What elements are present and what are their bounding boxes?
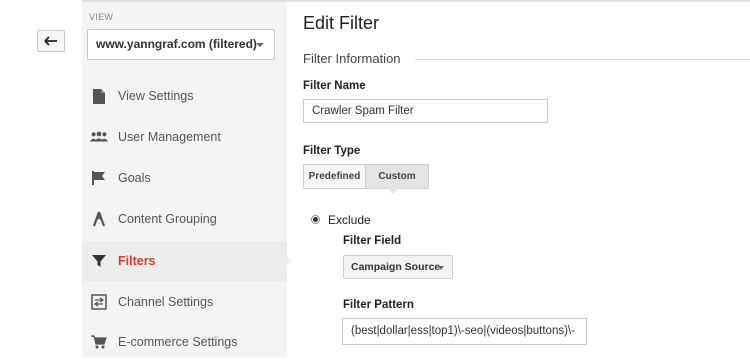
sidebar-item-filters[interactable]: Filters [82,241,287,281]
document-icon [90,87,108,105]
sidebar-item-label: E-commerce Settings [118,335,238,349]
active-indicator-arrow [285,254,291,268]
view-label: VIEW [89,12,114,22]
tab-predefined[interactable]: Predefined [303,164,366,189]
sidebar-item-label: Filters [118,254,156,268]
sidebar-item-label: Goals [118,171,151,185]
view-selector-value: www.yanngraf.com (filtered) [96,37,257,51]
back-arrow-icon [44,36,57,46]
filter-name-input[interactable]: Crawler Spam Filter [303,99,548,123]
filter-pattern-label: Filter Pattern [343,299,414,311]
users-icon [90,128,108,146]
sidebar-item-goals[interactable]: Goals [82,158,287,198]
filter-type-label: Filter Type [303,145,361,157]
filter-name-label: Filter Name [303,80,366,92]
funnel-icon [90,252,108,270]
selected-tab-pointer [387,188,399,194]
channel-settings-icon [90,293,108,311]
top-divider [82,0,750,2]
back-button[interactable] [37,30,65,52]
sidebar-item-ecommerce-settings[interactable]: E-commerce Settings [82,322,287,362]
view-selector[interactable]: www.yanngraf.com (filtered) [87,29,275,60]
sidebar-item-label: Content Grouping [118,212,217,226]
left-strip [0,0,82,357]
sidebar-item-content-grouping[interactable]: Content Grouping [82,199,287,239]
page-title: Edit Filter [303,13,380,33]
filter-field-label: Filter Field [343,235,402,247]
section-title: Filter Information [303,51,401,66]
sidebar-item-user-management[interactable]: User Management [82,117,287,157]
person-walking-icon [90,210,108,228]
sidebar-item-label: View Settings [118,89,194,103]
filter-pattern-input[interactable]: (best|dollar|ess|top1)\-seo|(videos|butt… [342,318,587,345]
sidebar-item-view-settings[interactable]: View Settings [82,76,287,116]
chevron-down-icon [438,266,444,270]
exclude-radio[interactable] [311,215,320,224]
flag-icon [90,169,108,187]
sidebar-item-label: Channel Settings [118,295,214,309]
exclude-label: Exclude [328,213,371,227]
sidebar-item-label: User Management [118,130,221,144]
tab-custom[interactable]: Custom [366,164,429,189]
cart-icon [90,333,108,351]
sidebar-item-channel-settings[interactable]: Channel Settings [82,282,287,322]
section-divider [415,59,750,60]
filter-field-dropdown[interactable]: Campaign Source [343,255,453,279]
chevron-down-icon [256,43,264,47]
filter-field-value: Campaign Source [351,261,441,273]
filter-type-tabs: Predefined Custom [303,164,429,189]
